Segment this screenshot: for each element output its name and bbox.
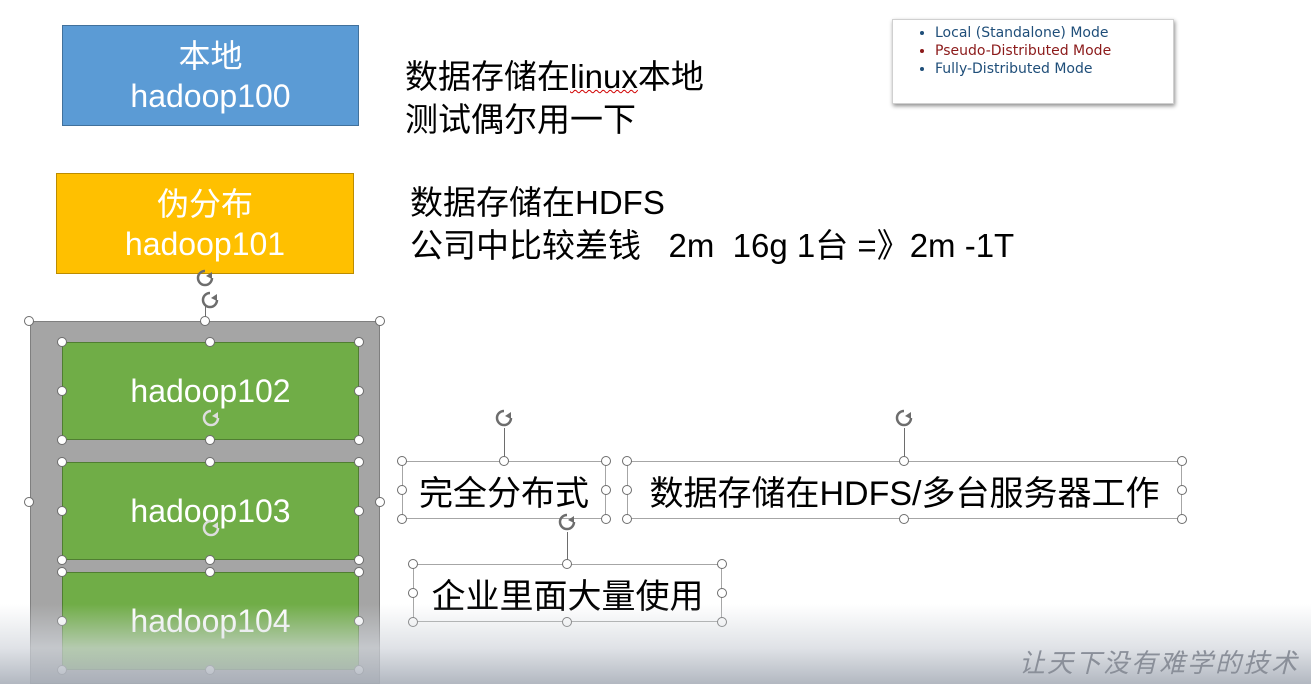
resize-handle[interactable]: [622, 485, 632, 495]
mode-list-item: Pseudo-Distributed Mode: [935, 42, 1173, 60]
resize-handle[interactable]: [57, 567, 67, 577]
local-mode-host: hadoop100: [130, 77, 291, 114]
pseudo-mode-title: 伪分布: [156, 185, 253, 222]
resize-handle[interactable]: [205, 457, 215, 467]
resize-handle[interactable]: [601, 456, 611, 466]
fully-distributed-label: 完全分布式: [419, 474, 589, 513]
fully-distributed-desc: 数据存储在HDFS/多台服务器工作: [649, 474, 1160, 513]
resize-handle[interactable]: [354, 555, 364, 565]
local-note-suffix: 本地: [637, 58, 704, 95]
resize-handle[interactable]: [354, 337, 364, 347]
fully-distributed-textbox[interactable]: 完全分布式: [402, 461, 606, 519]
rotate-handle-icon[interactable]: [195, 268, 215, 288]
resize-handle[interactable]: [408, 588, 418, 598]
resize-handle[interactable]: [601, 514, 611, 524]
resize-handle[interactable]: [375, 497, 385, 507]
resize-handle[interactable]: [354, 386, 364, 396]
resize-handle[interactable]: [397, 485, 407, 495]
pseudo-note-line2: 公司中比较差钱 2m 16g 1台 =》2m -1T: [410, 227, 1015, 264]
mode-list-item: Fully-Distributed Mode: [935, 60, 1173, 78]
resize-handle[interactable]: [717, 588, 727, 598]
rotate-handle-icon[interactable]: [201, 518, 221, 538]
resize-handle[interactable]: [1177, 456, 1187, 466]
resize-handle[interactable]: [622, 456, 632, 466]
rotate-handle-icon[interactable]: [894, 408, 914, 428]
local-note-line1: 数据存储在linux本地: [405, 55, 704, 99]
resize-handle[interactable]: [205, 567, 215, 577]
resize-handle[interactable]: [354, 567, 364, 577]
rotate-handle-icon[interactable]: [494, 408, 514, 428]
pseudo-mode-host: hadoop101: [124, 225, 286, 262]
rotate-handle-icon[interactable]: [200, 290, 220, 310]
resize-handle[interactable]: [57, 337, 67, 347]
resize-handle[interactable]: [397, 456, 407, 466]
cluster-node-hadoop103[interactable]: hadoop103: [62, 462, 359, 560]
resize-handle[interactable]: [57, 506, 67, 516]
resize-handle[interactable]: [24, 316, 34, 326]
resize-handle[interactable]: [205, 435, 215, 445]
resize-handle[interactable]: [57, 457, 67, 467]
resize-handle[interactable]: [397, 514, 407, 524]
rotate-handle-icon[interactable]: [201, 408, 221, 428]
local-note-line2: 测试偶尔用一下: [405, 101, 636, 138]
local-mode-title: 本地: [178, 37, 243, 74]
resize-handle[interactable]: [622, 514, 632, 524]
local-note-linux: linux: [570, 58, 638, 95]
local-mode-shape[interactable]: 本地 hadoop100: [62, 25, 359, 126]
resize-handle[interactable]: [354, 435, 364, 445]
cluster-node-label: hadoop102: [130, 372, 291, 409]
resize-handle[interactable]: [57, 555, 67, 565]
resize-handle[interactable]: [205, 555, 215, 565]
resize-handle[interactable]: [1177, 485, 1187, 495]
pseudo-note-line1: 数据存储在HDFS: [410, 184, 665, 221]
pseudo-mode-shape[interactable]: 伪分布 hadoop101: [56, 173, 354, 274]
rotate-handle-icon[interactable]: [557, 512, 577, 532]
fully-distributed-desc-textbox[interactable]: 数据存储在HDFS/多台服务器工作: [627, 461, 1182, 519]
resize-handle[interactable]: [899, 456, 909, 466]
resize-handle[interactable]: [717, 559, 727, 569]
resize-handle[interactable]: [57, 435, 67, 445]
resize-handle[interactable]: [57, 386, 67, 396]
resize-handle[interactable]: [562, 559, 572, 569]
watermark-text: 让天下没有难学的技术: [1018, 649, 1299, 679]
resize-handle[interactable]: [354, 457, 364, 467]
resize-handle[interactable]: [354, 506, 364, 516]
resize-handle[interactable]: [899, 514, 909, 524]
hadoop-modes-list: Local (Standalone) Mode Pseudo-Distribut…: [892, 19, 1174, 104]
resize-handle[interactable]: [408, 559, 418, 569]
resize-handle[interactable]: [375, 316, 385, 326]
resize-handle[interactable]: [1177, 514, 1187, 524]
resize-handle[interactable]: [499, 456, 509, 466]
resize-handle[interactable]: [24, 497, 34, 507]
mode-list-item: Local (Standalone) Mode: [935, 24, 1173, 42]
resize-handle[interactable]: [205, 337, 215, 347]
local-note-prefix: 数据存储在: [405, 58, 570, 95]
resize-handle[interactable]: [601, 485, 611, 495]
resize-handle[interactable]: [200, 316, 210, 326]
